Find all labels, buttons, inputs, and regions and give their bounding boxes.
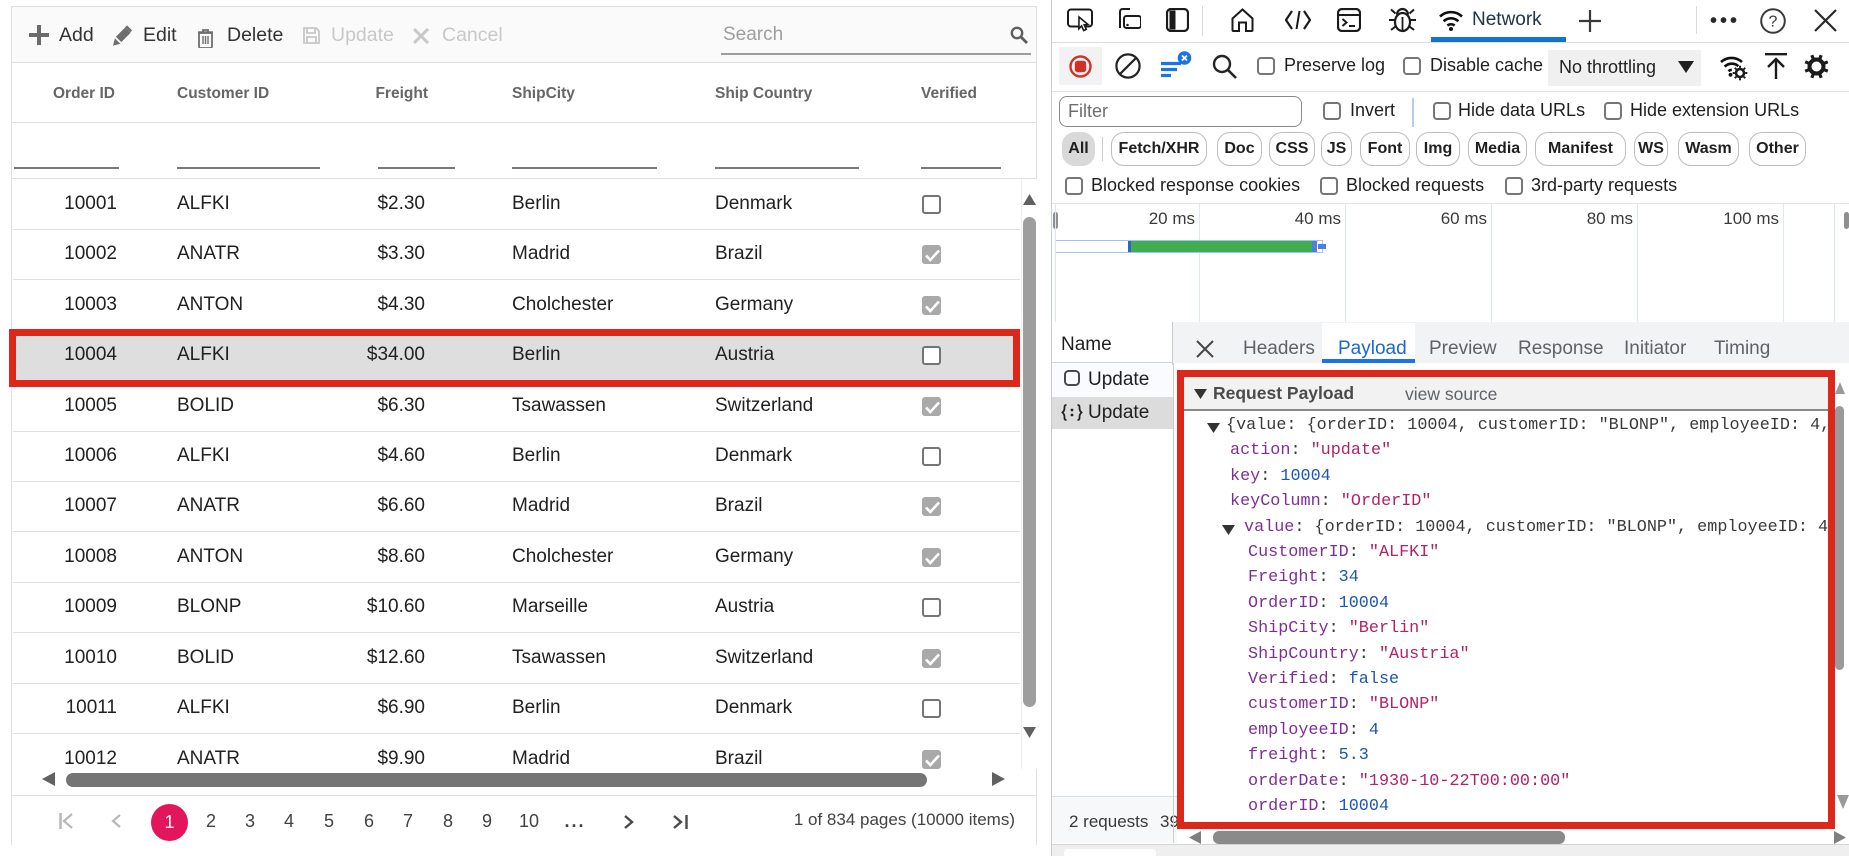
svg-text:?: ?: [1769, 14, 1778, 31]
